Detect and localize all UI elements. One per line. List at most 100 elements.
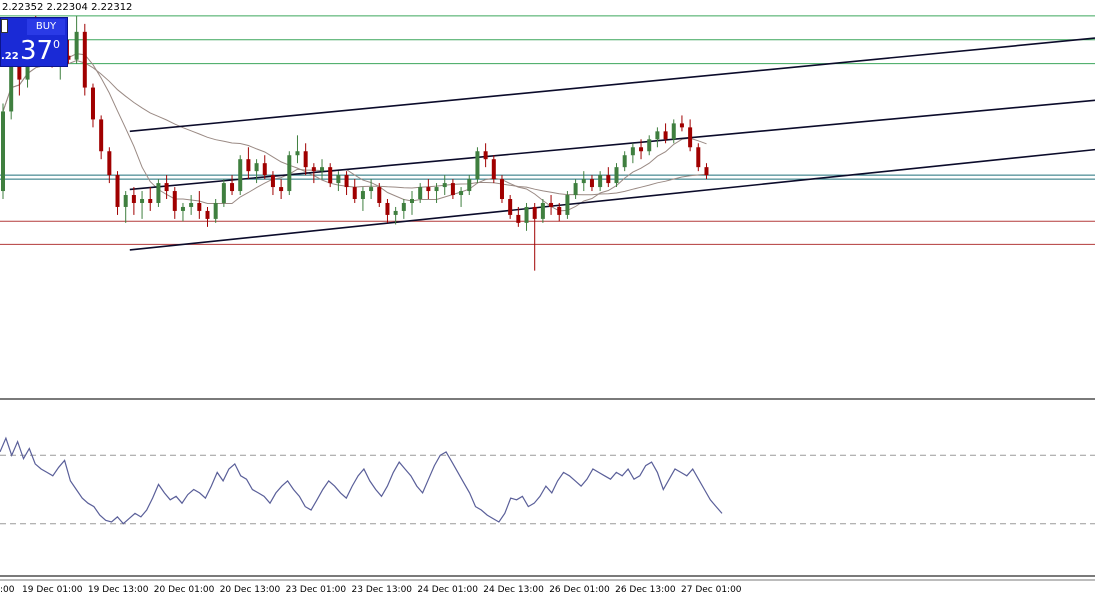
- candle-body: [369, 187, 374, 192]
- candle-body: [107, 151, 112, 176]
- trade-panel-toggle[interactable]: [1, 19, 8, 33]
- candle-body: [565, 195, 570, 215]
- candle: [238, 155, 243, 196]
- candle-body: [123, 195, 128, 207]
- candle: [320, 159, 325, 180]
- candle: [410, 191, 414, 215]
- candle: [279, 179, 284, 199]
- candle-body: [557, 206, 562, 215]
- candle-body: [287, 155, 292, 192]
- candle-body: [82, 31, 87, 88]
- channel-line-0: [129, 37, 1095, 133]
- candle: [140, 191, 145, 219]
- candle-body: [393, 210, 398, 215]
- candle-body: [426, 187, 431, 192]
- candle-body: [131, 195, 136, 203]
- candle: [115, 171, 120, 215]
- candle: [549, 195, 554, 215]
- candle-body: [74, 31, 79, 60]
- candle: [189, 195, 194, 215]
- candle: [131, 187, 136, 215]
- candle: [475, 147, 480, 184]
- candle: [467, 175, 472, 196]
- x-tick-label: 26 Dec 01:00: [549, 585, 610, 595]
- candle: [450, 179, 455, 199]
- candle-body: [508, 199, 513, 215]
- candle-body: [197, 202, 202, 211]
- x-tick-label: 19 Dec 01:00: [22, 585, 83, 595]
- candle-body: [655, 131, 660, 140]
- candle-body: [442, 183, 447, 188]
- candle: [213, 199, 218, 223]
- candle-body: [9, 63, 14, 112]
- candle: [74, 15, 79, 64]
- x-tick-label: 23 Dec 01:00: [285, 585, 347, 595]
- oscillator-line: [0, 436, 723, 525]
- candle-body: [360, 191, 365, 199]
- candle-body: [483, 151, 488, 160]
- candle-body: [172, 191, 177, 211]
- price-prefix: .22: [1, 51, 19, 62]
- candle-body: [328, 167, 333, 184]
- candle-body: [230, 183, 235, 192]
- candle-body: [279, 187, 284, 192]
- buy-button[interactable]: BUY: [27, 19, 65, 35]
- candle: [180, 202, 185, 222]
- candle: [679, 115, 684, 132]
- candle: [156, 179, 161, 207]
- candle-body: [589, 179, 594, 188]
- candle: [688, 119, 693, 152]
- candle: [459, 187, 464, 207]
- candle: [82, 23, 87, 96]
- candle: [573, 179, 578, 199]
- candle-body: [238, 159, 243, 192]
- candle-body: [303, 151, 308, 168]
- candle-body: [434, 187, 439, 192]
- candle-body: [377, 187, 382, 203]
- ohlc-readout: 2.22352 2.22304 2.22312: [2, 2, 133, 13]
- candle-body: [410, 199, 414, 203]
- candle-body: [148, 199, 153, 203]
- candle: [508, 195, 513, 219]
- candle: [123, 191, 128, 223]
- candle: [295, 135, 300, 164]
- candle-body: [385, 202, 390, 215]
- horizontal-levels: [0, 15, 1095, 245]
- candle: [352, 179, 357, 203]
- candle: [1, 103, 5, 199]
- x-tick-label: 20 Dec 13:00: [219, 585, 281, 595]
- candle-body: [475, 151, 480, 180]
- candle-body: [630, 147, 635, 156]
- candle: [589, 175, 594, 192]
- candle-body: [467, 179, 472, 192]
- candle: [540, 199, 545, 223]
- candle-body: [140, 199, 145, 203]
- candle: [581, 171, 586, 192]
- candle-body: [622, 155, 627, 168]
- candle-body: [352, 187, 357, 199]
- candle-body: [606, 175, 611, 184]
- candle-body: [180, 206, 185, 211]
- candle: [532, 202, 537, 271]
- candle: [148, 187, 153, 211]
- candle-body: [598, 175, 603, 188]
- candle: [336, 171, 341, 192]
- candle-body: [671, 123, 676, 140]
- oscillator-panel: [0, 436, 1095, 525]
- candle-body: [573, 183, 578, 196]
- candle-body: [450, 183, 455, 196]
- candle: [524, 202, 529, 231]
- one-click-trade-panel[interactable]: BUY .22 37 0: [0, 17, 68, 67]
- candle: [704, 163, 709, 180]
- price-big-digits: 37: [20, 36, 54, 66]
- x-tick-label: :00: [0, 585, 15, 595]
- x-tick-label: 27 Dec 01:00: [681, 585, 742, 595]
- candle: [385, 199, 390, 223]
- candle: [90, 83, 95, 128]
- candle: [442, 175, 447, 196]
- candle: [107, 147, 112, 184]
- candle: [630, 143, 635, 164]
- candle-body: [459, 191, 464, 196]
- candle: [426, 179, 431, 199]
- candle-body: [115, 175, 120, 207]
